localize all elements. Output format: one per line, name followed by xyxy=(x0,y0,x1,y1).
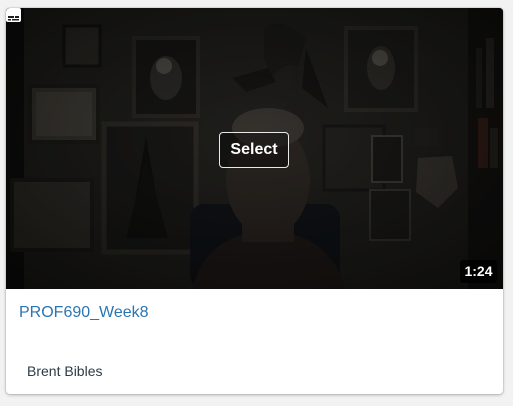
select-button[interactable]: Select xyxy=(219,132,289,168)
video-author: Brent Bibles xyxy=(27,363,103,379)
closed-captions-icon[interactable] xyxy=(6,8,21,22)
duration-badge: 1:24 xyxy=(460,260,497,283)
video-card[interactable]: Select 1:24 PROF690_Week8 Brent Bibles xyxy=(6,8,503,394)
video-title-link[interactable]: PROF690_Week8 xyxy=(19,304,149,322)
video-thumbnail[interactable]: Select 1:24 xyxy=(6,8,503,289)
